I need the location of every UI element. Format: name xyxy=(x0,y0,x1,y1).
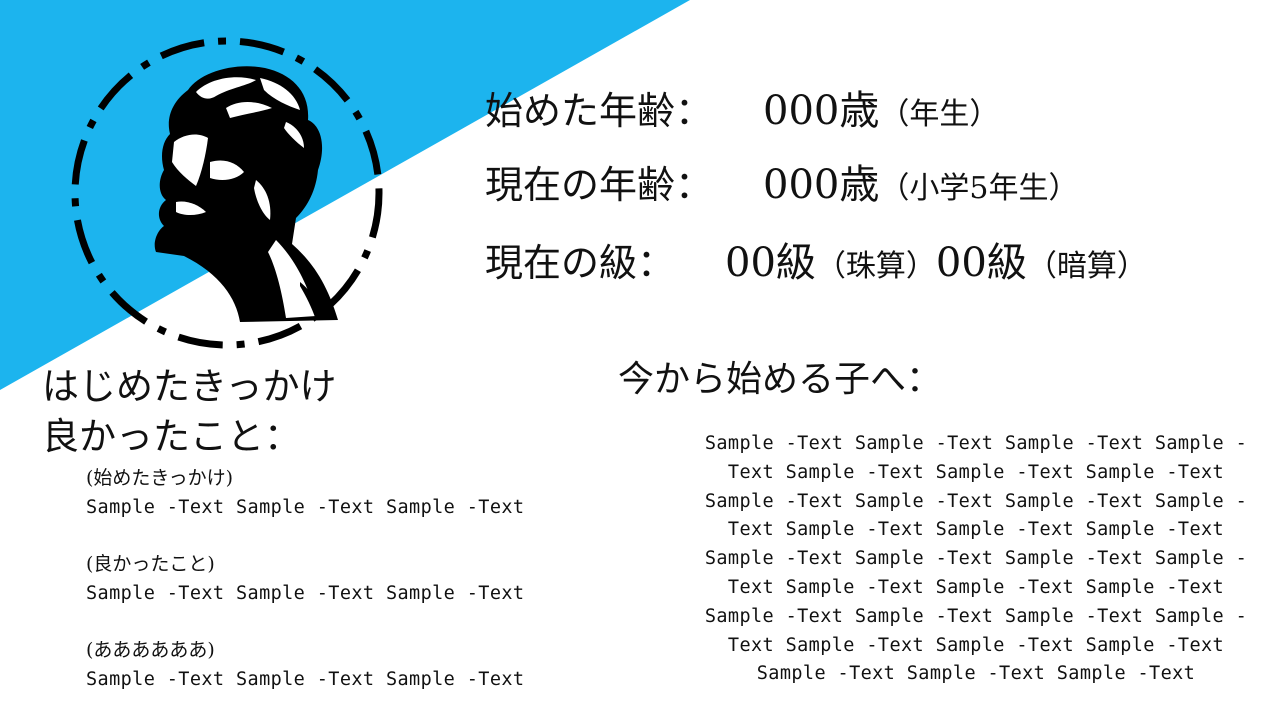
current-age-row: 現在の年齢： 000歳 （小学5年生） xyxy=(485,152,1078,210)
bust-silhouette xyxy=(154,66,338,322)
bust-portrait-image xyxy=(71,37,383,349)
block-subtitle: (良かったこと) xyxy=(86,553,215,575)
start-age-label: 始めた年齢： xyxy=(485,89,714,133)
grade-row: 現在の級： 00級 （珠算） 00級 （暗算） xyxy=(485,230,1147,288)
mental-grade-note: （暗算） xyxy=(1026,249,1147,284)
start-age-row: 始めた年齢： 000歳 （年生） xyxy=(485,78,999,136)
grade-label: 現在の級： xyxy=(485,241,676,285)
current-age-note: （小学5年生） xyxy=(879,171,1079,206)
start-age-value: 000歳 xyxy=(763,88,880,134)
extra-block: (ああああああ) Sample -Text Sample -Text Sampl… xyxy=(86,635,524,695)
message-body: Sample -Text Sample -Text Sample -Text S… xyxy=(704,433,1248,685)
message-heading: 今から始める子へ： xyxy=(618,359,943,400)
block-subtitle: (ああああああ) xyxy=(86,639,215,661)
motivation-block: (始めたきっかけ) Sample -Text Sample -Text Samp… xyxy=(86,463,524,523)
abacus-grade-value: 00級 xyxy=(725,240,816,286)
current-age-label: 現在の年齢： xyxy=(485,163,714,207)
motivation-heading: はじめたきっかけ 良かったこと： xyxy=(42,365,337,458)
block-subtitle: (始めたきっかけ) xyxy=(86,467,234,489)
block-text: Sample -Text Sample -Text Sample -Text xyxy=(86,669,525,690)
block-text: Sample -Text Sample -Text Sample -Text xyxy=(86,497,525,518)
mental-grade-value: 00級 xyxy=(935,240,1027,286)
abacus-grade-note: （珠算） xyxy=(815,249,936,284)
current-age-value: 000歳 xyxy=(763,162,880,208)
block-text: Sample -Text Sample -Text Sample -Text xyxy=(86,583,525,604)
good-points-block: (良かったこと) Sample -Text Sample -Text Sampl… xyxy=(86,549,524,609)
start-age-note: （年生） xyxy=(879,97,1000,132)
